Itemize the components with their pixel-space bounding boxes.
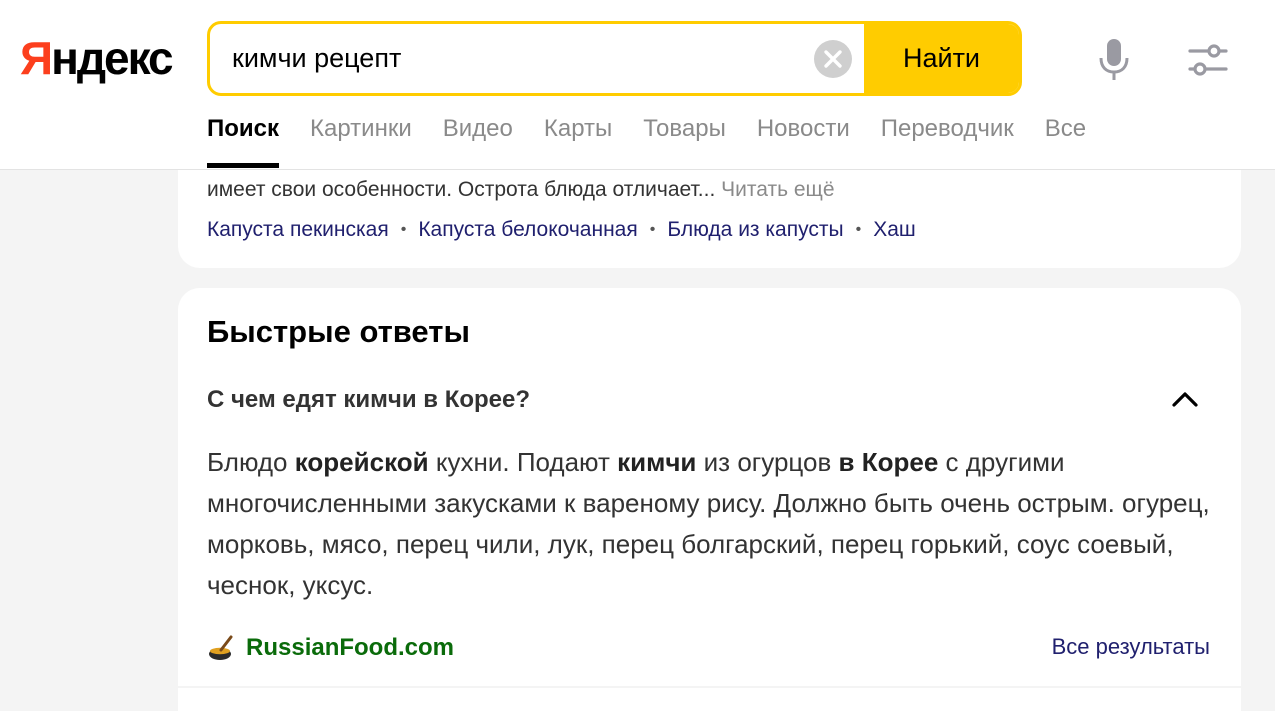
tab-maps[interactable]: Карты	[544, 112, 612, 169]
search-tabs: Поиск Картинки Видео Карты Товары Новост…	[207, 112, 1086, 169]
header: Яндекс Найти Поиск Картинки Видео Карты	[0, 0, 1275, 170]
answer-highlight: в Корее	[838, 447, 939, 477]
quick-answers-card: Быстрые ответы С чем едят кимчи в Корее?…	[178, 288, 1241, 686]
quick-answers-title: Быстрые ответы	[207, 314, 470, 349]
related-link-white-cabbage[interactable]: Капуста белокочанная	[418, 218, 637, 241]
answer-highlight: кимчи	[617, 447, 697, 477]
source-link[interactable]: RussianFood.com	[246, 634, 454, 662]
separator-dot: •	[649, 221, 656, 238]
all-results-link[interactable]: Все результаты	[1052, 634, 1210, 660]
tab-translator[interactable]: Переводчик	[881, 112, 1014, 169]
search-box: Найти	[207, 21, 1022, 96]
settings-icon[interactable]	[1186, 40, 1230, 80]
tab-video[interactable]: Видео	[443, 112, 513, 169]
separator-dot: •	[400, 221, 407, 238]
faq-question[interactable]: С чем едят кимчи в Корее?	[207, 386, 530, 414]
related-links: Капуста пекинская • Капуста белокочанная • Б…	[207, 218, 916, 242]
snippet-text: имеет свои особенности. Острота блюда от…	[207, 178, 835, 202]
search-button[interactable]: Найти	[864, 24, 1019, 93]
tab-products[interactable]: Товары	[643, 112, 726, 169]
read-more-link[interactable]: Читать ещё	[721, 178, 834, 201]
tab-search[interactable]: Поиск	[207, 112, 280, 169]
related-link-cabbage-dishes[interactable]: Блюда из капусты	[667, 218, 843, 241]
tab-news[interactable]: Новости	[757, 112, 850, 169]
faq-answer: Блюдо корейской кухни. Подают кимчи из о…	[207, 442, 1217, 606]
search-input[interactable]	[232, 24, 812, 93]
logo-first-letter: Я	[20, 32, 53, 84]
answer-text: кухни. Подают	[428, 447, 618, 477]
answer-highlight: корейской	[294, 447, 429, 477]
clear-icon[interactable]	[814, 40, 852, 78]
logo-rest: ндекс	[51, 32, 174, 84]
related-link-khash[interactable]: Хаш	[873, 218, 916, 241]
answer-text: Блюдо	[207, 447, 295, 477]
answer-text: из огурцов	[696, 447, 839, 477]
yandex-logo[interactable]: Яндекс	[20, 30, 174, 86]
snippet-body: имеет свои особенности. Острота блюда от…	[207, 178, 716, 201]
related-link-peking-cabbage[interactable]: Капуста пекинская	[207, 218, 389, 241]
tab-all[interactable]: Все	[1045, 112, 1086, 169]
source-favicon-icon	[207, 634, 235, 662]
tab-images[interactable]: Картинки	[310, 112, 412, 169]
answer-source: RussianFood.com	[207, 632, 454, 664]
separator-dot: •	[855, 221, 862, 238]
mic-icon[interactable]	[1094, 36, 1134, 84]
chevron-up-icon[interactable]	[1170, 389, 1200, 409]
next-result-card	[178, 688, 1241, 711]
